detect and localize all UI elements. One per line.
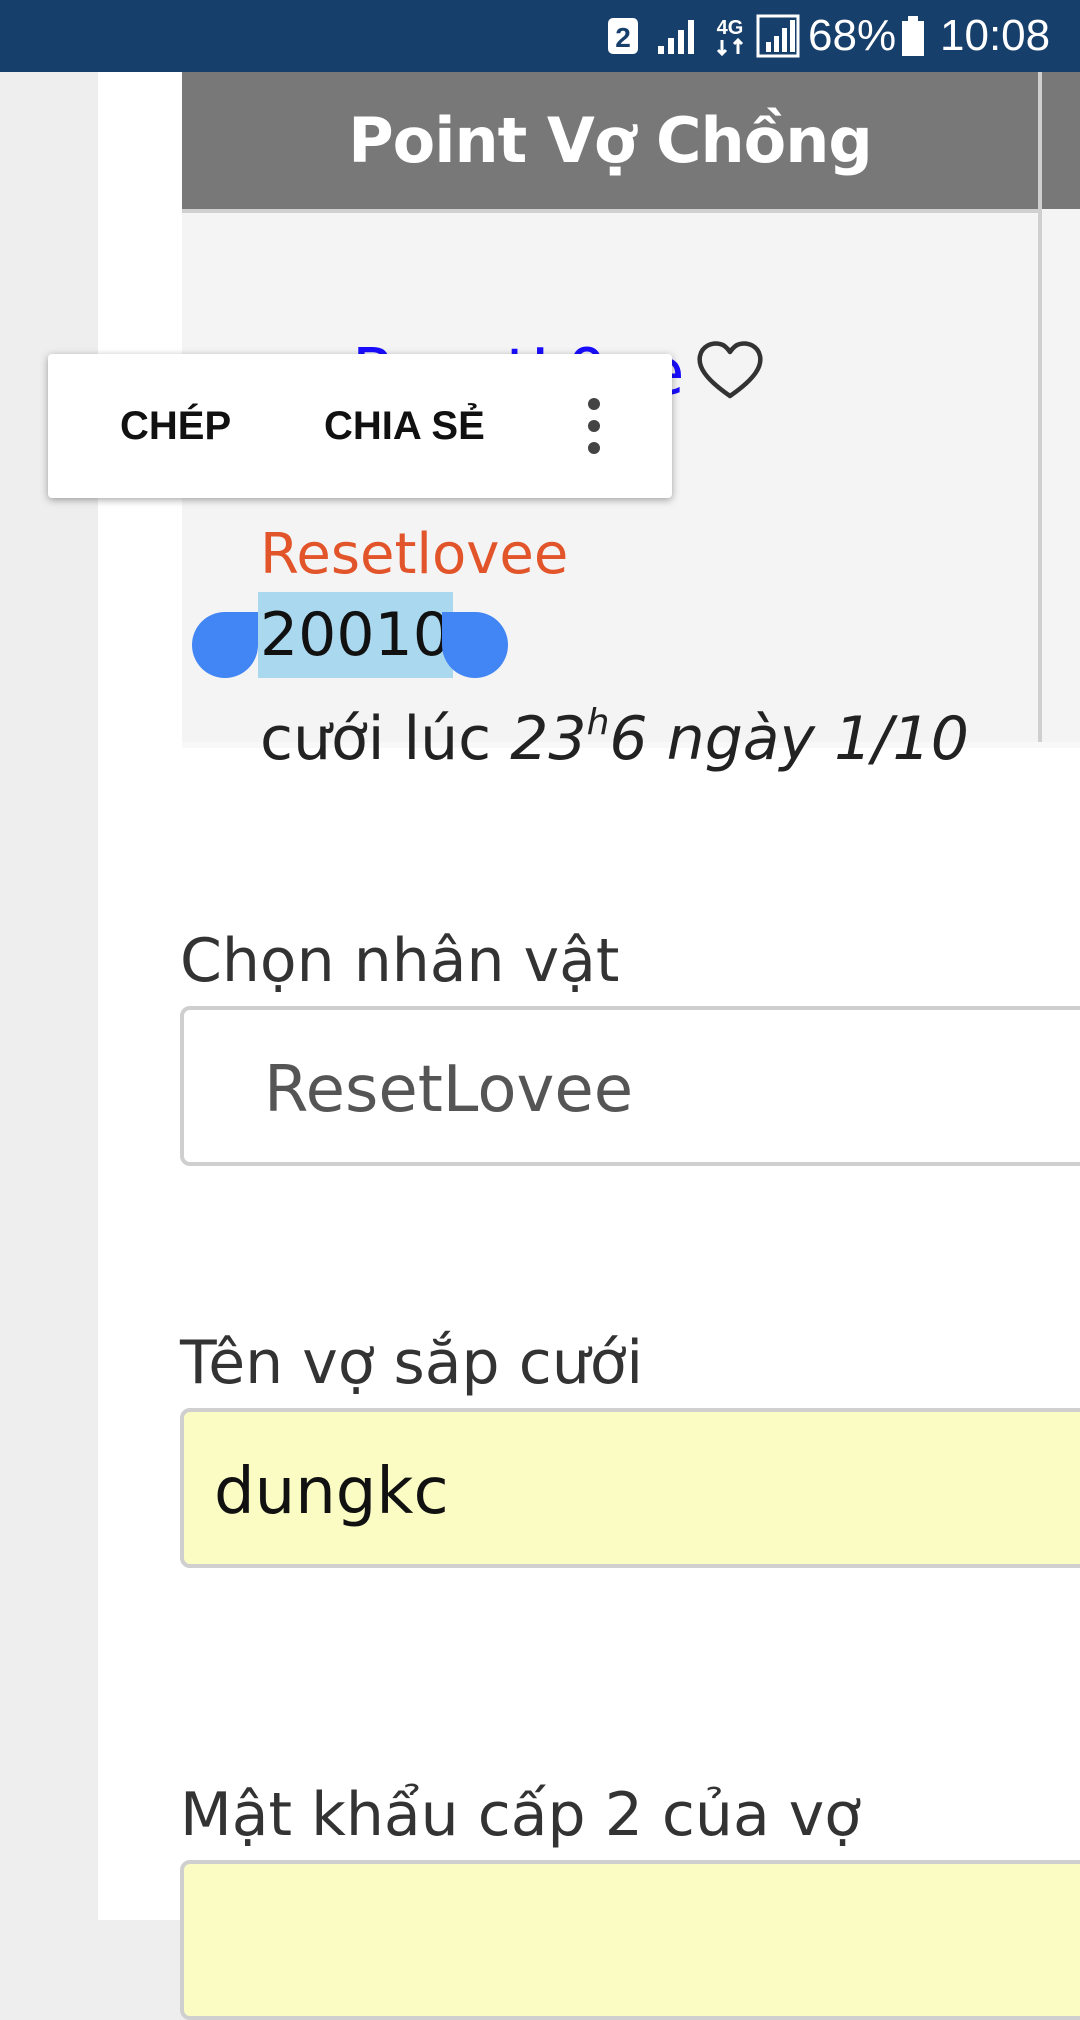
battery-icon [900,0,926,72]
network-type-label: 4G [717,17,744,39]
character-select-value: ResetLovee [264,1053,634,1127]
more-vertical-icon[interactable] [566,354,622,498]
signal-icon [656,0,700,72]
text-selection-menu: CHÉP CHIA SẺ [48,354,672,498]
sim-slot-icon: 2 [606,0,640,72]
married-hour: 23 [510,704,587,774]
wife-name-input[interactable]: dungkc [180,1408,1080,1568]
character-select[interactable]: ResetLovee [180,1006,1080,1166]
married-date: 6 ngày 1/10 [609,704,969,774]
wife-password-label: Mật khẩu cấp 2 của vợ [180,1780,862,1850]
married-hour-unit: h [586,702,610,743]
battery-percent: 68% [808,11,897,60]
married-prefix: cưới lúc [260,704,511,774]
card-header-title: Point Vợ Chồng [182,72,1038,213]
selection-end-handle[interactable] [442,612,508,678]
selection-start-handle[interactable] [192,612,258,678]
page-content: Point Vợ Chồng ResetL0ve Resetlovee 2001… [98,72,1080,2020]
status-bar: 2 4G 68% 10:08 [0,0,1080,72]
heart-icon[interactable] [694,338,766,402]
share-button[interactable]: CHIA SẺ [324,354,485,498]
character-select-label: Chọn nhân vật [180,926,620,996]
wife-name-value: dungkc [214,1455,449,1529]
clock: 10:08 [940,11,1051,60]
card-divider [1038,72,1042,742]
spouse-name: Resetlovee [260,522,569,587]
wife-name-label: Tên vợ sắp cưới [180,1328,644,1398]
network-type-icon: 4G [712,0,748,72]
wife-password-input[interactable] [180,1860,1080,2020]
signal-boxed-icon [756,0,800,72]
selected-points-text[interactable]: 20010 [258,592,453,678]
married-time-text: cưới lúc 23h6 ngày 1/10 [260,684,969,782]
next-card-header [1042,72,1080,209]
copy-button[interactable]: CHÉP [120,354,231,498]
sim-badge-text: 2 [615,22,631,53]
